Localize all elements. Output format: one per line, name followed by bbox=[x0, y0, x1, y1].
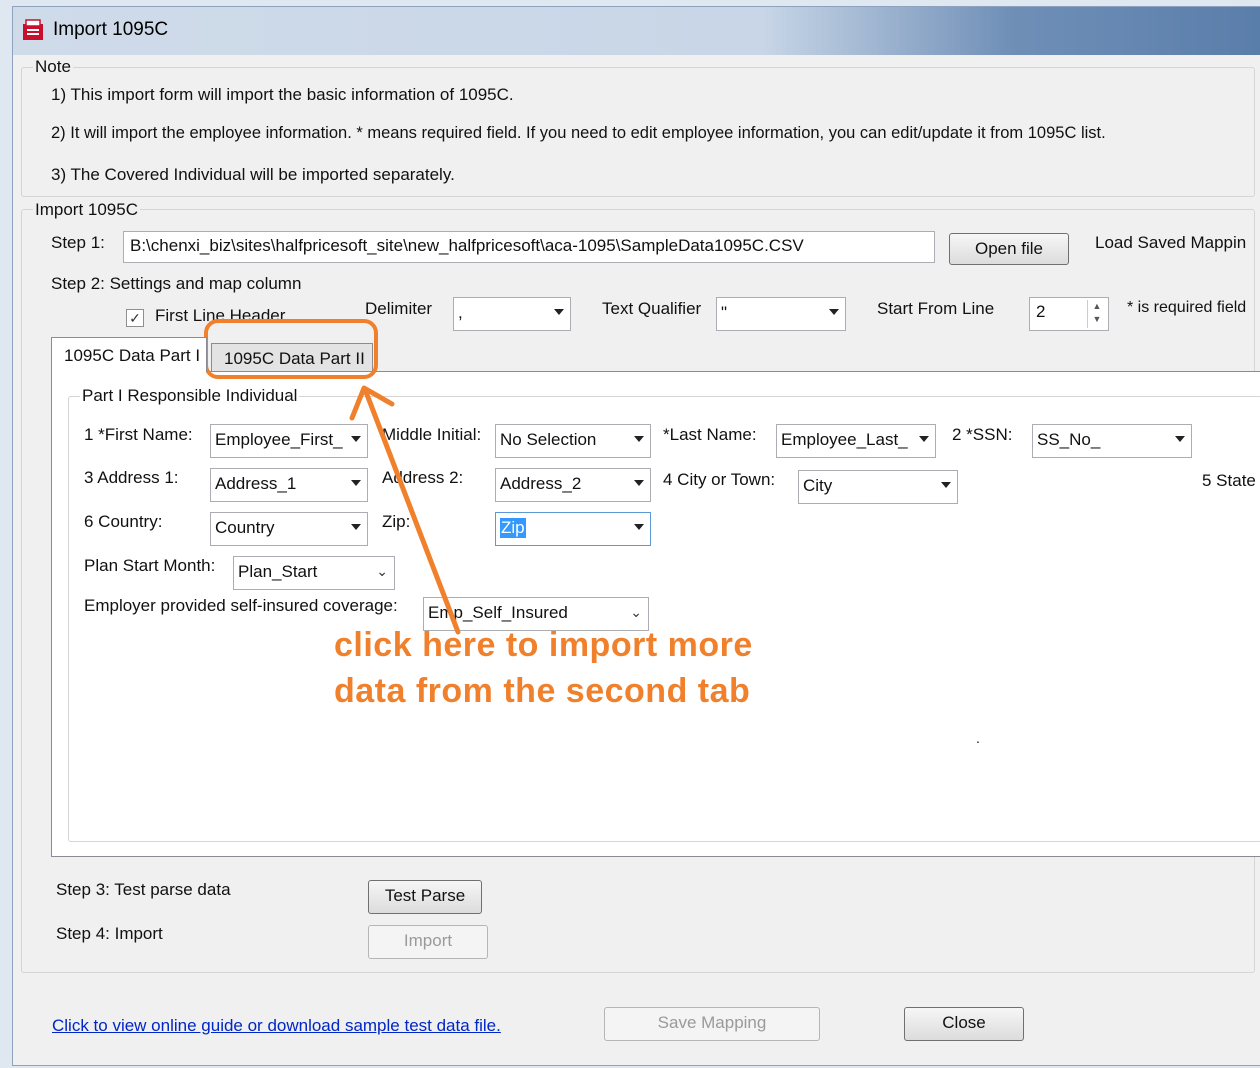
tab-data-part-1[interactable]: 1095C Data Part I bbox=[51, 337, 207, 372]
callout-line-1: click here to import more bbox=[334, 626, 753, 664]
tab-highlight-box bbox=[204, 319, 378, 379]
callout-line-2: data from the second tab bbox=[334, 672, 751, 710]
tab-data-part-1-label: 1095C Data Part I bbox=[64, 346, 201, 365]
annotation-overlay bbox=[204, 319, 461, 635]
arrow-shaft bbox=[363, 389, 461, 635]
